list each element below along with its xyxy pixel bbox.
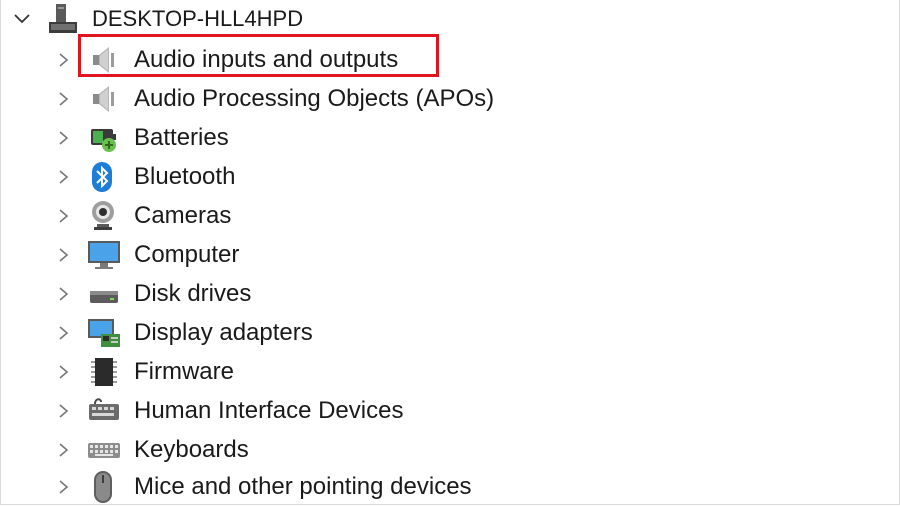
category-label: Keyboards xyxy=(134,436,249,463)
computer-tower-icon xyxy=(49,4,77,33)
category-cameras[interactable]: Cameras xyxy=(1,196,900,235)
category-label: Display adapters xyxy=(134,319,313,346)
webcam-icon xyxy=(92,201,114,230)
chevron-right-icon[interactable] xyxy=(55,323,73,343)
hid-icon xyxy=(89,398,119,420)
category-label: Audio inputs and outputs xyxy=(134,46,399,73)
chevron-down-icon[interactable] xyxy=(12,9,32,29)
chevron-right-icon[interactable] xyxy=(55,128,73,148)
computer-name-label: DESKTOP-HLL4HPD xyxy=(92,6,304,31)
display-adapter-icon xyxy=(88,319,120,347)
category-label: Audio Processing Objects (APOs) xyxy=(134,85,495,112)
chevron-right-icon[interactable] xyxy=(55,50,73,70)
chip-icon xyxy=(91,358,117,386)
chevron-right-icon[interactable] xyxy=(55,245,73,265)
category-computer[interactable]: Computer xyxy=(1,235,900,274)
category-display-adapters[interactable]: Display adapters xyxy=(1,313,900,352)
category-label: Computer xyxy=(134,241,240,268)
mouse-icon xyxy=(94,471,112,503)
speaker-icon xyxy=(93,86,114,112)
category-label: Firmware xyxy=(134,358,234,385)
chevron-right-icon[interactable] xyxy=(55,206,73,226)
category-label: Batteries xyxy=(134,124,229,151)
category-mice[interactable]: Mice and other pointing devices xyxy=(1,467,900,506)
category-batteries[interactable]: Batteries xyxy=(1,118,900,157)
category-human-interface-devices[interactable]: Human Interface Devices xyxy=(1,391,900,430)
category-label: Human Interface Devices xyxy=(134,397,404,424)
chevron-right-icon[interactable] xyxy=(55,167,73,187)
chevron-right-icon[interactable] xyxy=(55,284,73,304)
bluetooth-icon xyxy=(92,162,112,192)
keyboard-icon xyxy=(88,443,120,458)
category-label: Bluetooth xyxy=(134,163,236,190)
chevron-right-icon[interactable] xyxy=(55,440,73,460)
category-label: Mice and other pointing devices xyxy=(134,473,472,500)
chevron-right-icon[interactable] xyxy=(55,477,73,497)
chevron-right-icon[interactable] xyxy=(55,89,73,109)
disk-drive-icon xyxy=(90,291,118,303)
chevron-right-icon[interactable] xyxy=(55,401,73,421)
category-audio-inputs-outputs[interactable]: Audio inputs and outputs xyxy=(1,40,900,79)
battery-icon xyxy=(91,129,116,152)
category-firmware[interactable]: Firmware xyxy=(1,352,900,391)
category-keyboards[interactable]: Keyboards xyxy=(1,430,900,469)
category-label: Cameras xyxy=(134,202,232,229)
chevron-right-icon[interactable] xyxy=(55,362,73,382)
category-disk-drives[interactable]: Disk drives xyxy=(1,274,900,313)
speaker-icon xyxy=(93,47,114,73)
monitor-icon xyxy=(88,241,120,269)
tree-root-node[interactable]: DESKTOP-HLL4HPD xyxy=(1,0,900,38)
category-label: Disk drives xyxy=(134,280,252,307)
device-manager-tree: DESKTOP-HLL4HPD Audio inputs and outputs… xyxy=(0,0,900,505)
category-bluetooth[interactable]: Bluetooth xyxy=(1,157,900,196)
category-audio-processing-objects[interactable]: Audio Processing Objects (APOs) xyxy=(1,79,900,118)
